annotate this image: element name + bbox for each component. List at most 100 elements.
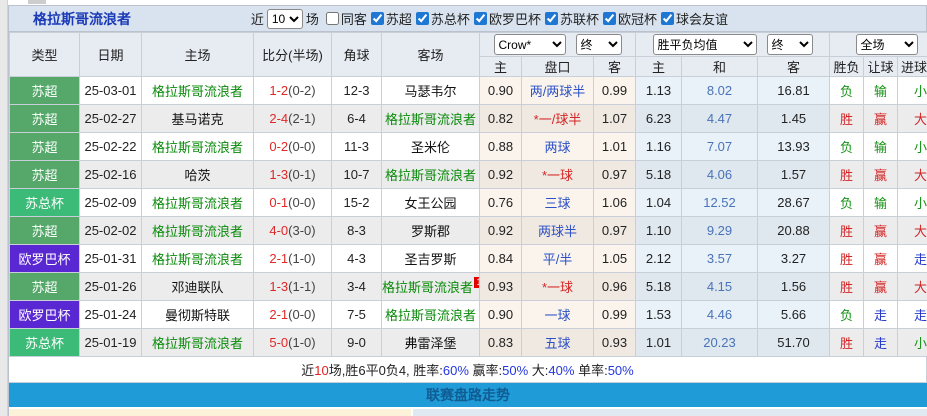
- filter-bar: 近 10 场 同客 苏超 苏总杯 欧罗巴杯 苏联杯 欧冠杯 球会友谊: [251, 9, 728, 29]
- league-filter[interactable]: 同客: [322, 9, 367, 28]
- fulltime-score: 2-1: [269, 251, 288, 266]
- handicap-final-select[interactable]: 终: [576, 34, 622, 55]
- title-bar: 格拉斯哥流浪者 近 10 场 同客 苏超 苏总杯 欧罗巴杯 苏联杯 欧冠杯 球会…: [9, 5, 927, 32]
- halftime-score: (3-0): [288, 223, 315, 238]
- away-cell: 女王公园: [382, 189, 480, 217]
- league-filter-checkbox[interactable]: [545, 12, 558, 25]
- halftime-score: (1-0): [288, 251, 315, 266]
- league-filter-checkbox[interactable]: [371, 12, 384, 25]
- odds-away: 1.57: [758, 161, 830, 189]
- summary-segment: 50%: [608, 363, 634, 378]
- odds-home: 1.53: [636, 301, 682, 329]
- corners: 3-4: [332, 273, 382, 301]
- odds-away: 28.67: [758, 189, 830, 217]
- score-cell: 1-2(0-2): [254, 77, 332, 105]
- ah-home-odds: 0.90: [480, 77, 522, 105]
- red-card-badge: 1: [474, 277, 479, 288]
- odds-draw: 4.06: [682, 161, 758, 189]
- away-team: 女王公园: [404, 196, 456, 211]
- result-wdl: 胜: [830, 329, 864, 357]
- league-filter-checkbox[interactable]: [474, 12, 487, 25]
- odds-avg-select[interactable]: 胜平负均值: [653, 34, 757, 55]
- col-header-odds-draw: 和: [682, 57, 758, 77]
- scope-select[interactable]: 全场: [856, 34, 918, 55]
- away-team: 格拉斯哥流浪者: [385, 112, 476, 127]
- result-handicap: 赢: [864, 273, 898, 301]
- halftime-score: (2-1): [288, 111, 315, 126]
- away-team: 弗雷泽堡: [404, 336, 456, 351]
- away-cell: 马瑟韦尔: [382, 77, 480, 105]
- ah-away-odds: 1.05: [594, 245, 636, 273]
- score-cell: 0-1(0-0): [254, 189, 332, 217]
- league-filter-checkbox[interactable]: [603, 12, 616, 25]
- league-filter-checkbox[interactable]: [416, 12, 429, 25]
- league-filter[interactable]: 苏联杯: [541, 9, 599, 28]
- result-goals: 走: [898, 245, 927, 273]
- match-row: 苏超 25-02-22 格拉斯哥流浪者 0-2(0-0) 11-3 圣米伦 0.…: [10, 133, 927, 161]
- league-filter-label: 欧罗巴杯: [489, 9, 541, 28]
- col-header-odds-home: 主: [636, 57, 682, 77]
- league-filter-label: 球会友谊: [676, 9, 728, 28]
- ah-away-odds: 0.93: [594, 329, 636, 357]
- ah-home-odds: 0.84: [480, 245, 522, 273]
- col-header-handicap: 盘口: [522, 57, 594, 77]
- match-date: 25-01-26: [80, 273, 142, 301]
- result-goals: 大: [898, 273, 927, 301]
- odds-away: 51.70: [758, 329, 830, 357]
- result-handicap: 赢: [864, 217, 898, 245]
- match-row: 苏总杯 25-01-19 格拉斯哥流浪者 5-0(1-0) 9-0 弗雷泽堡 0…: [10, 329, 927, 357]
- handicap-cell: 平/半: [522, 245, 594, 273]
- odds-draw: 4.46: [682, 301, 758, 329]
- corners: 8-3: [332, 217, 382, 245]
- league-badge: 欧罗巴杯: [10, 301, 80, 329]
- odds-away: 1.45: [758, 105, 830, 133]
- score-cell: 4-0(3-0): [254, 217, 332, 245]
- match-row: 欧罗巴杯 25-01-24 曼彻斯特联 2-1(0-0) 7-5 格拉斯哥流浪者…: [10, 301, 927, 329]
- away-cell: 格拉斯哥流浪者: [382, 301, 480, 329]
- odds-draw: 7.07: [682, 133, 758, 161]
- result-handicap: 走: [864, 329, 898, 357]
- summary-segment: 近: [301, 363, 314, 378]
- col-header-home: 主场: [142, 33, 254, 77]
- league-filter-label: 苏总杯: [431, 9, 470, 28]
- league-filters: 同客 苏超 苏总杯 欧罗巴杯 苏联杯 欧冠杯 球会友谊: [322, 9, 728, 28]
- league-filter[interactable]: 苏超: [367, 9, 412, 28]
- corners: 12-3: [332, 77, 382, 105]
- summary-segment: 单率:: [574, 363, 607, 378]
- halftime-score: (0-2): [288, 83, 315, 98]
- handicap-cell: *一球: [522, 161, 594, 189]
- fulltime-score: 4-0: [269, 223, 288, 238]
- league-filter-checkbox[interactable]: [326, 12, 339, 25]
- score-cell: 1-3(1-1): [254, 273, 332, 301]
- league-filter[interactable]: 欧冠杯: [599, 9, 657, 28]
- score-cell: 5-0(1-0): [254, 329, 332, 357]
- match-row: 苏超 25-02-02 格拉斯哥流浪者 4-0(3-0) 8-3 罗斯郡 0.9…: [10, 217, 927, 245]
- league-filter-checkbox[interactable]: [661, 12, 674, 25]
- away-cell: 格拉斯哥流浪者: [382, 105, 480, 133]
- result-goals: 小: [898, 77, 927, 105]
- col-header-wdl: 胜负: [830, 57, 864, 77]
- odds-home: 1.10: [636, 217, 682, 245]
- league-filter[interactable]: 球会友谊: [657, 9, 728, 28]
- odds-away: 16.81: [758, 77, 830, 105]
- match-date: 25-02-16: [80, 161, 142, 189]
- league-filter[interactable]: 苏总杯: [412, 9, 470, 28]
- match-count-select[interactable]: 10: [267, 9, 303, 29]
- halftime-score: (0-0): [288, 195, 315, 210]
- odds-final-select[interactable]: 终: [767, 34, 813, 55]
- col-header-ah-home: 主: [480, 57, 522, 77]
- match-date: 25-02-27: [80, 105, 142, 133]
- odds-home: 1.13: [636, 77, 682, 105]
- corners: 11-3: [332, 133, 382, 161]
- league-filter[interactable]: 欧罗巴杯: [470, 9, 541, 28]
- col-header-odds-away: 客: [758, 57, 830, 77]
- summary-segment: 场,胜6平0负4, 胜率:: [329, 363, 443, 378]
- fulltime-score: 0-2: [269, 139, 288, 154]
- handicap-cell: 两球: [522, 133, 594, 161]
- result-goals: 大: [898, 217, 927, 245]
- match-date: 25-03-01: [80, 77, 142, 105]
- ah-home-odds: 0.83: [480, 329, 522, 357]
- away-cell: 格拉斯哥流浪者: [382, 161, 480, 189]
- league-badge: 苏超: [10, 273, 80, 301]
- bookmaker-select[interactable]: Crow*: [494, 34, 566, 55]
